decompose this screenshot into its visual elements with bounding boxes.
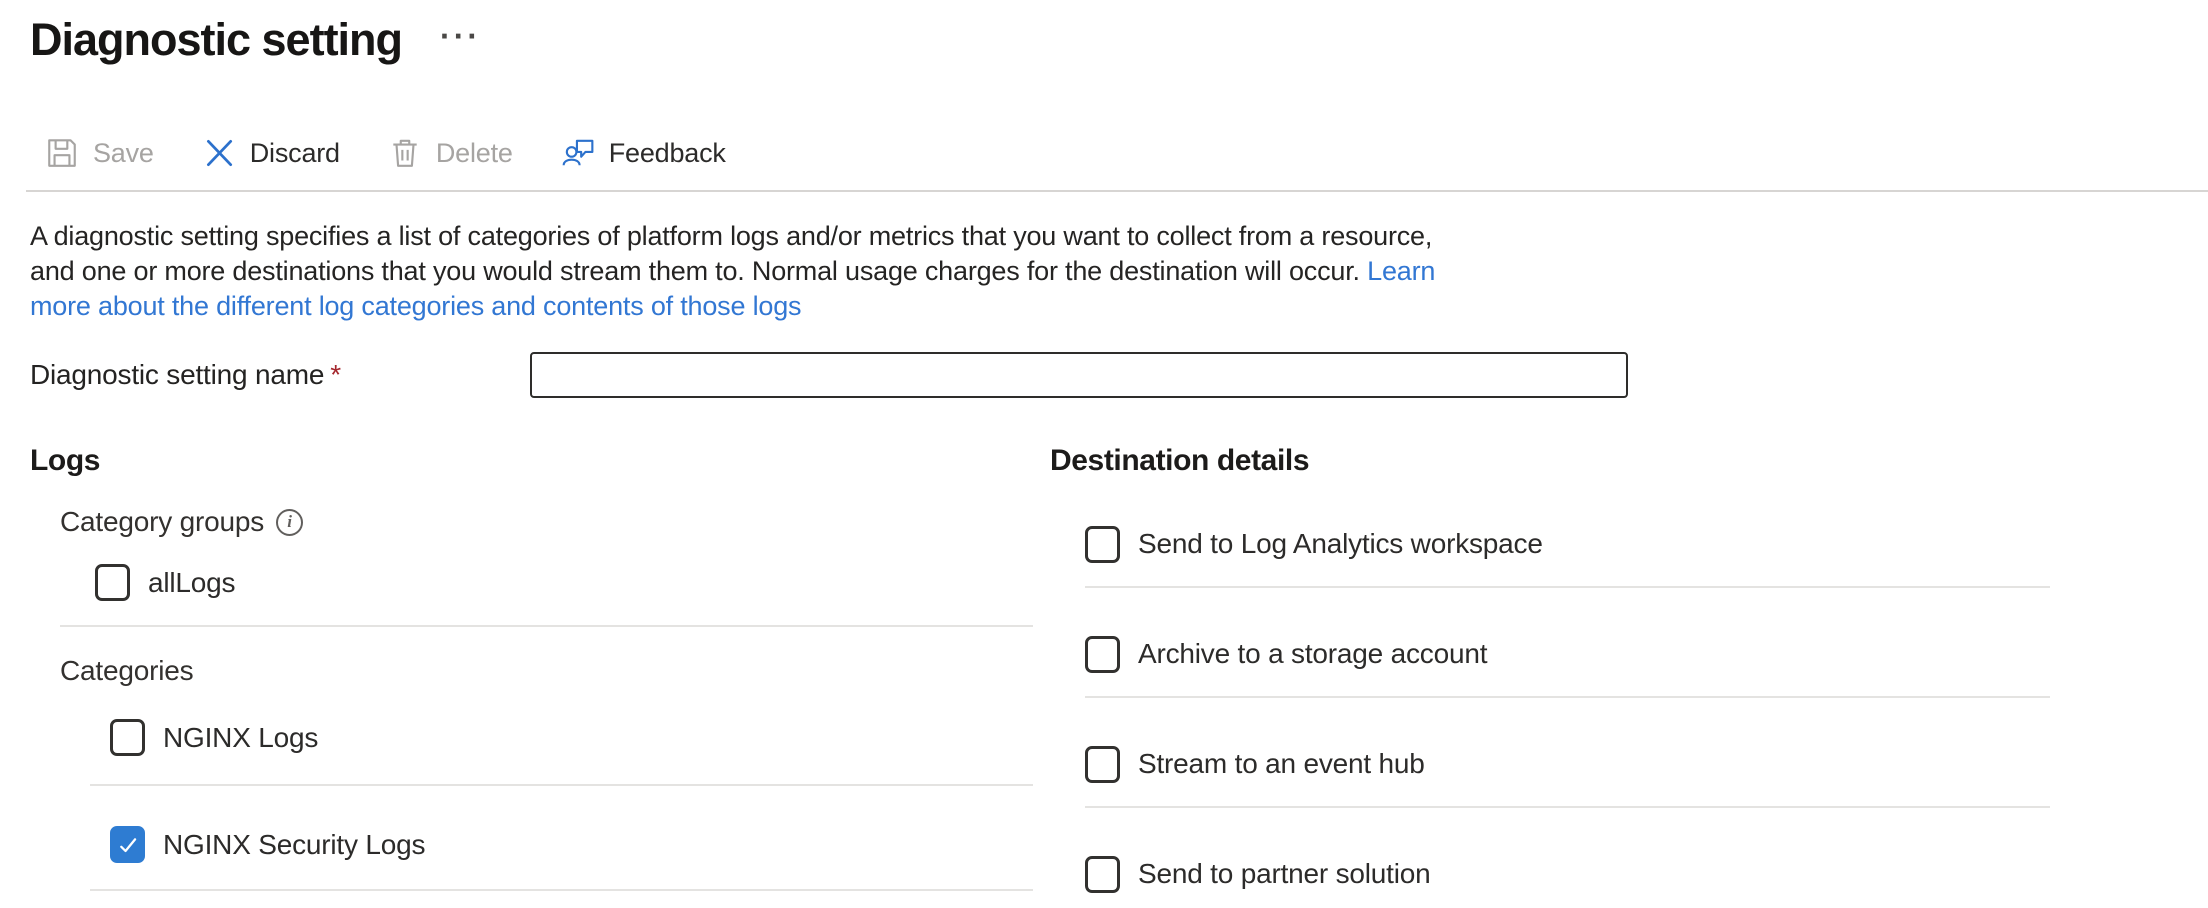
more-options-icon[interactable] — [440, 20, 481, 52]
event-hub-row: Stream to an event hub — [1085, 742, 2062, 786]
discard-icon — [202, 136, 236, 170]
storage-account-row: Archive to a storage account — [1085, 632, 2062, 676]
save-button[interactable]: Save — [45, 136, 154, 170]
alllogs-label: allLogs — [148, 567, 235, 599]
delete-button[interactable]: Delete — [388, 136, 513, 170]
discard-label: Discard — [250, 138, 340, 169]
learn-more-link-continued[interactable]: more about the different log categories … — [30, 291, 801, 321]
nginx-security-logs-checkbox[interactable] — [110, 826, 145, 863]
feedback-label: Feedback — [609, 138, 726, 169]
log-analytics-row: Send to Log Analytics workspace — [1085, 522, 2062, 566]
nginx-logs-label: NGINX Logs — [163, 722, 318, 754]
event-hub-checkbox[interactable] — [1085, 746, 1120, 783]
delete-icon — [388, 136, 422, 170]
toolbar-divider — [26, 190, 2208, 192]
nginx-logs-row: NGINX Logs — [110, 719, 1035, 756]
required-asterisk: * — [330, 359, 341, 390]
description-text: A diagnostic setting specifies a list of… — [30, 219, 2208, 324]
destination-details-section: Destination details Send to Log Analytic… — [1050, 444, 2062, 908]
storage-account-label: Archive to a storage account — [1138, 638, 1487, 670]
logs-heading: Logs — [30, 444, 1035, 478]
page-title: Diagnostic setting — [30, 14, 402, 66]
logs-divider — [90, 784, 1033, 786]
categories-label: Categories — [60, 655, 1035, 687]
storage-account-checkbox[interactable] — [1085, 636, 1120, 673]
alllogs-checkbox[interactable] — [95, 564, 130, 601]
destination-divider — [1085, 806, 2050, 808]
category-groups-row: Category groups — [60, 506, 1035, 538]
content-columns: Logs Category groups allLogs Categories … — [30, 444, 2208, 908]
delete-label: Delete — [436, 138, 513, 169]
save-label: Save — [93, 138, 154, 169]
discard-button[interactable]: Discard — [202, 136, 340, 170]
partner-solution-row: Send to partner solution — [1085, 852, 2062, 896]
page-header: Diagnostic setting — [0, 0, 2208, 66]
destination-divider — [1085, 586, 2050, 588]
nginx-security-logs-label: NGINX Security Logs — [163, 829, 425, 861]
nginx-logs-checkbox[interactable] — [110, 719, 145, 756]
partner-solution-label: Send to partner solution — [1138, 858, 1431, 890]
logs-divider — [60, 625, 1033, 627]
destination-divider — [1085, 696, 2050, 698]
partner-solution-checkbox[interactable] — [1085, 856, 1120, 893]
log-analytics-checkbox[interactable] — [1085, 526, 1120, 563]
description-line-2: and one or more destinations that you wo… — [30, 254, 2208, 289]
category-groups-label: Category groups — [60, 506, 264, 538]
diagnostic-setting-name-input[interactable] — [530, 352, 1628, 398]
alllogs-row: allLogs — [95, 564, 1035, 601]
diagnostic-setting-page: Diagnostic setting Save Discard — [0, 0, 2208, 908]
info-icon[interactable] — [276, 509, 303, 536]
log-analytics-label: Send to Log Analytics workspace — [1138, 528, 1543, 560]
name-field-label: Diagnostic setting name* — [30, 359, 530, 391]
feedback-button[interactable]: Feedback — [561, 136, 726, 170]
logs-section: Logs Category groups allLogs Categories … — [30, 444, 1035, 908]
feedback-icon — [561, 136, 595, 170]
description-line-3: more about the different log categories … — [30, 289, 2208, 324]
learn-more-link[interactable]: Learn — [1367, 256, 1435, 286]
logs-divider — [90, 889, 1033, 891]
description-line-1: A diagnostic setting specifies a list of… — [30, 219, 2208, 254]
destination-details-heading: Destination details — [1050, 444, 2062, 478]
save-icon — [45, 136, 79, 170]
nginx-security-logs-row: NGINX Security Logs — [110, 826, 1035, 863]
name-form-row: Diagnostic setting name* — [30, 352, 2208, 398]
event-hub-label: Stream to an event hub — [1138, 748, 1425, 780]
command-bar: Save Discard Delete — [45, 128, 2208, 178]
